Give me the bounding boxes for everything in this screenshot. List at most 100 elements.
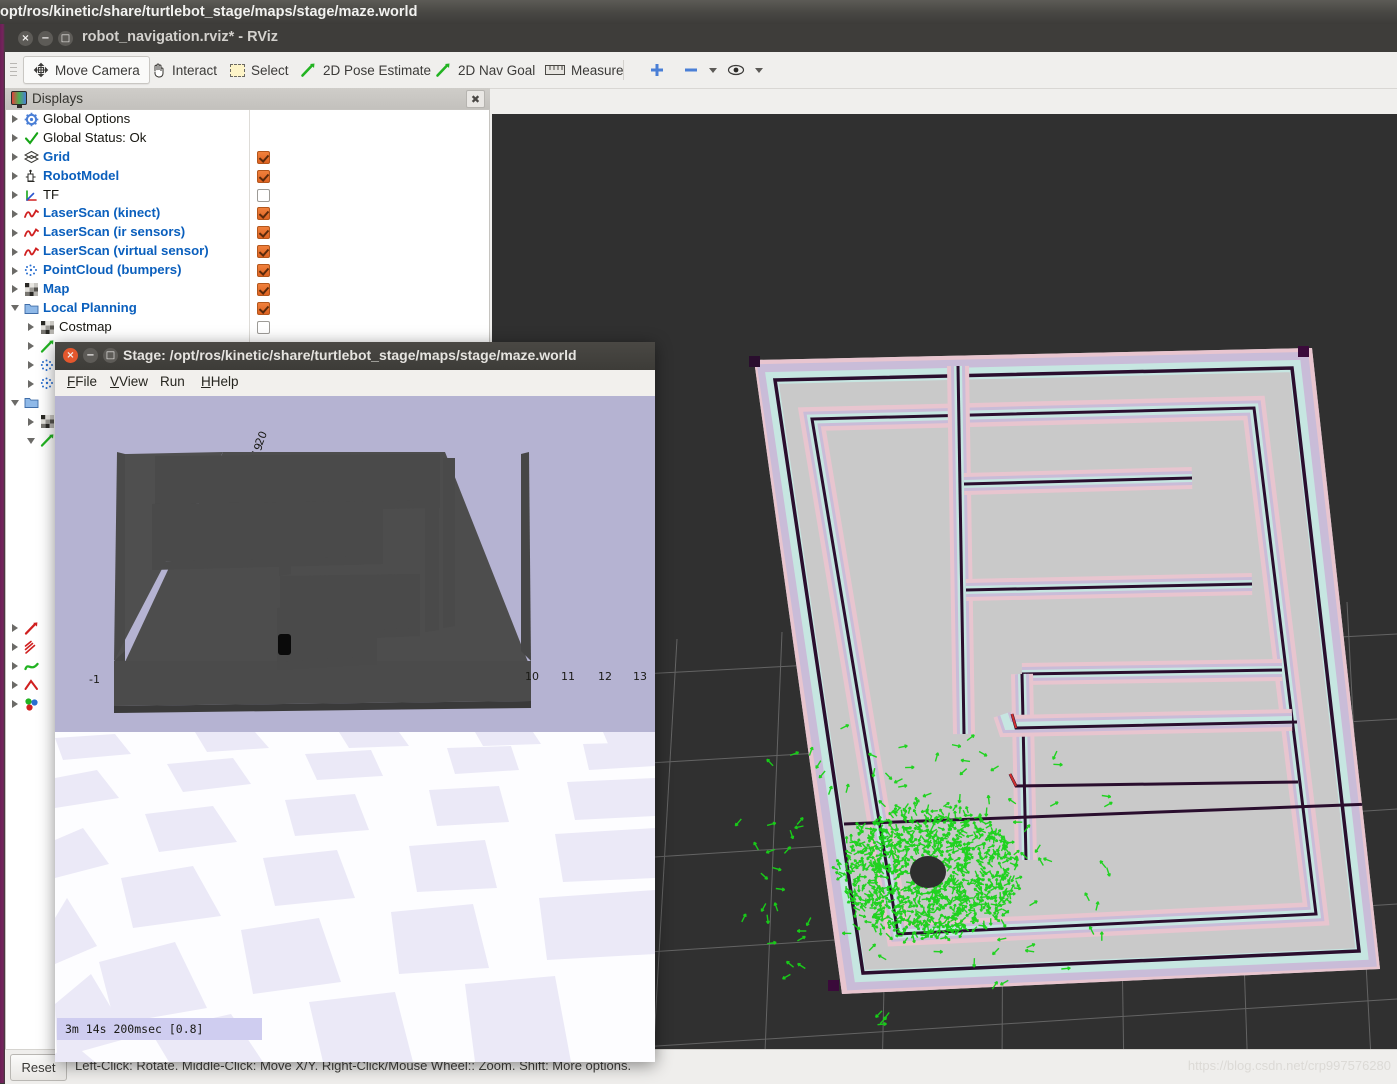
stage-menubar: FFile VView Run HHelp [55, 370, 655, 397]
toolbar-views-button[interactable] [717, 56, 773, 84]
tree-expander-closed-icon[interactable] [24, 412, 38, 431]
tree-row[interactable]: RobotModel [6, 167, 489, 186]
tree-row-checkbox[interactable] [257, 264, 270, 278]
stage-menu-help-label: Help [210, 374, 239, 389]
stage-menu-help[interactable]: HHelp [201, 374, 239, 389]
tree-row[interactable]: LaserScan (kinect) [6, 204, 489, 223]
tree-row-checkbox[interactable] [257, 188, 270, 202]
tree-row-checkbox[interactable] [257, 245, 270, 259]
tree-row-label: RobotModel [43, 167, 120, 183]
tree-row[interactable]: PointCloud (bumpers) [6, 261, 489, 280]
stage-simulator-window: × − □ Stage: /opt/ros/kinetic/share/turt… [55, 342, 655, 1062]
map-icon [40, 320, 55, 335]
tool-2d-pose-estimate-label: 2D Pose Estimate [323, 62, 432, 78]
tree-expander-closed-icon[interactable] [8, 167, 22, 186]
tree-expander-closed-icon[interactable] [24, 356, 38, 375]
laserscan-icon [24, 206, 39, 221]
tree-row-checkbox[interactable] [257, 283, 270, 297]
tool-select[interactable]: Select [220, 56, 299, 84]
stage-menu-run-label: Run [160, 374, 185, 389]
tree-expander-closed-icon[interactable] [8, 148, 22, 167]
tool-move-camera[interactable]: Move Camera [23, 56, 150, 84]
tree-expander-closed-icon[interactable] [8, 186, 22, 205]
rviz-minimize-button[interactable]: − [38, 31, 53, 46]
tree-row-checkbox[interactable] [257, 226, 270, 240]
rviz-maximize-button[interactable]: □ [58, 31, 73, 46]
stage-close-button[interactable]: × [63, 348, 78, 363]
stage-minimize-button[interactable]: − [83, 348, 98, 363]
stage-maximize-button[interactable]: □ [103, 348, 118, 363]
tree-expander-closed-icon[interactable] [8, 129, 22, 148]
tree-row-label: Global Options [43, 111, 131, 126]
tree-expander-closed-icon[interactable] [8, 619, 22, 638]
close-icon: × [21, 32, 30, 44]
tool-2d-nav-goal-label: 2D Nav Goal [458, 62, 536, 78]
tree-expander-closed-icon[interactable] [8, 676, 22, 695]
tree-row[interactable]: LaserScan (ir sensors) [6, 223, 489, 242]
svg-text:-1: -1 [89, 673, 100, 686]
tree-row[interactable]: Grid [6, 148, 489, 167]
tree-row[interactable]: Local Planning [6, 299, 489, 318]
desktop-left-edge-strip [0, 24, 5, 1083]
stage-3d-canvas[interactable]: 20 19 18 17 16 15 14 [55, 396, 655, 1062]
tree-row[interactable]: Map [6, 280, 489, 299]
stage-menu-run[interactable]: Run [160, 374, 185, 389]
toolbar-drag-handle[interactable] [10, 63, 17, 77]
tree-expander-closed-icon[interactable] [8, 204, 22, 223]
rgb-spheres-icon [24, 697, 39, 712]
rviz-close-button[interactable]: × [18, 31, 33, 46]
tree-expander-closed-icon[interactable] [8, 223, 22, 242]
tree-expander-open-icon[interactable] [24, 431, 38, 450]
chevron-down-icon[interactable] [755, 67, 763, 73]
displays-close-button[interactable]: ✖ [466, 90, 485, 108]
tree-row-checkbox[interactable] [257, 150, 270, 164]
tree-row[interactable]: LaserScan (virtual sensor) [6, 242, 489, 261]
tree-row-label: Grid [43, 148, 71, 164]
pointcloud-icon [24, 263, 39, 278]
stage-maze-model: 20 19 18 17 16 15 14 [89, 429, 647, 713]
tree-row[interactable]: Global Status: Ok [6, 129, 489, 148]
stage-menu-view[interactable]: VView [110, 374, 148, 389]
tree-expander-closed-icon[interactable] [8, 657, 22, 676]
tree-expander-closed-icon[interactable] [8, 280, 22, 299]
tree-row[interactable]: Global Options [6, 110, 489, 129]
tree-expander-closed-icon[interactable] [8, 638, 22, 657]
stage-menu-file[interactable]: FFile [67, 374, 97, 389]
tool-2d-pose-estimate[interactable]: 2D Pose Estimate [290, 56, 441, 84]
maximize-icon: □ [105, 349, 116, 361]
tree-expander-closed-icon[interactable] [8, 695, 22, 714]
robot-icon [24, 169, 39, 184]
minus-icon [683, 62, 699, 78]
tree-row[interactable]: Costmap [6, 318, 489, 337]
rviz-window-title: robot_navigation.rviz* - RViz [82, 29, 279, 45]
tree-row-checkbox[interactable] [257, 207, 270, 221]
tree-expander-closed-icon[interactable] [8, 261, 22, 280]
tool-interact[interactable]: Interact [140, 56, 227, 84]
rviz-titlebar: × − □ robot_navigation.rviz* - RViz [5, 24, 1397, 52]
select-rect-icon [230, 63, 245, 77]
tree-expander-open-icon[interactable] [8, 393, 22, 412]
tree-expander-open-icon[interactable] [8, 299, 22, 318]
toolbar-separator [623, 60, 624, 80]
tree-row-label: Costmap [59, 318, 112, 334]
displays-panel-header: Displays ✖ [5, 88, 490, 110]
tree-row-checkbox[interactable] [257, 301, 270, 315]
hand-cursor-icon [150, 62, 166, 78]
tree-expander-closed-icon[interactable] [8, 110, 22, 129]
stage-titlebar: × − □ Stage: /opt/ros/kinetic/share/turt… [55, 342, 655, 370]
chevron-down-icon[interactable] [709, 67, 717, 73]
tree-expander-closed-icon[interactable] [8, 242, 22, 261]
tree-expander-closed-icon[interactable] [24, 337, 38, 356]
tree-expander-closed-icon[interactable] [24, 318, 38, 337]
global-menu-window-path: /opt/ros/kinetic/share/turtlebot_stage/m… [0, 4, 418, 20]
toolbar-add-tool-button[interactable] [639, 56, 675, 84]
displays-monitor-icon [11, 91, 27, 108]
map-icon [24, 282, 39, 297]
tree-row-checkbox[interactable] [257, 320, 270, 334]
stage-window-title: Stage: /opt/ros/kinetic/share/turtlebot_… [123, 347, 577, 363]
tree-expander-closed-icon[interactable] [24, 374, 38, 393]
tool-2d-nav-goal[interactable]: 2D Nav Goal [425, 56, 545, 84]
tree-row[interactable]: TF [6, 186, 489, 205]
tool-measure[interactable]: Measure [535, 56, 634, 84]
tree-row-checkbox[interactable] [257, 169, 270, 183]
